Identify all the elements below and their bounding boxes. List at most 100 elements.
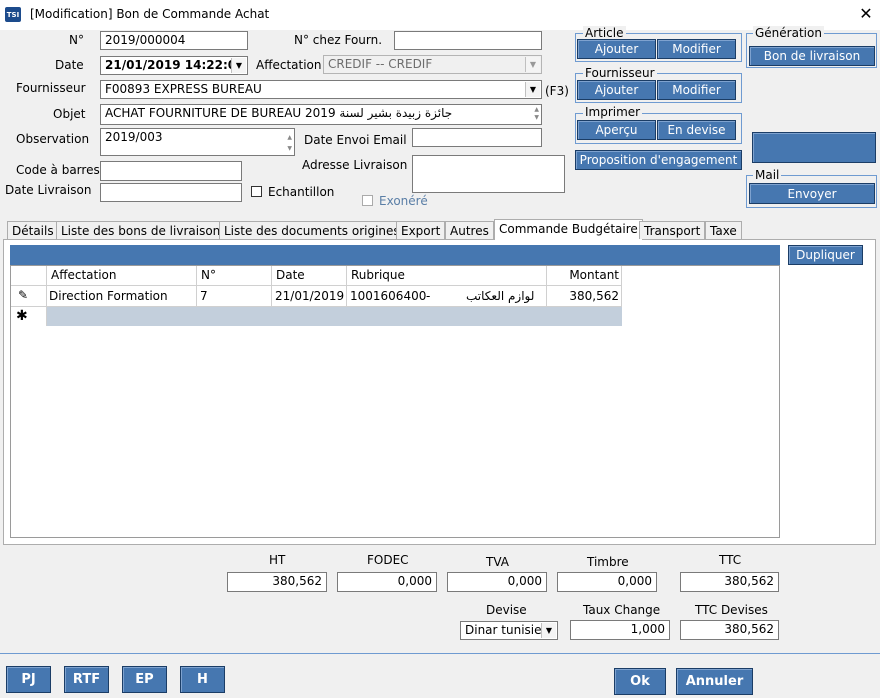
bon-livraison-button[interactable]: Bon de livraison — [749, 46, 875, 66]
date-dropdown-icon[interactable]: ▼ — [231, 58, 246, 73]
devise-dropdown-icon[interactable]: ▼ — [541, 623, 556, 638]
row-numero[interactable]: 7 — [200, 289, 208, 303]
echantillon-label: Echantillon — [268, 185, 335, 199]
echantillon-checkbox[interactable] — [251, 186, 262, 197]
en-devise-button[interactable]: En devise — [657, 120, 736, 140]
article-add-button[interactable]: Ajouter — [577, 39, 656, 59]
tab-transport[interactable]: Transport — [639, 221, 706, 239]
row-rubrique-code[interactable]: 1001606400 — [350, 289, 426, 303]
timbre-label: Timbre — [587, 555, 629, 569]
objet-label: Objet — [53, 107, 86, 121]
close-icon[interactable]: ✕ — [857, 5, 875, 23]
ht-field[interactable]: 380,562 — [227, 572, 327, 592]
objet-value: ACHAT FOURNITURE DE BUREAU 2019 جائزة زب… — [105, 106, 453, 120]
ttc-devises-field[interactable]: 380,562 — [680, 620, 779, 640]
devise-label: Devise — [486, 603, 527, 617]
exonere-checkbox — [362, 195, 373, 206]
col-header-affectation[interactable]: Affectation — [51, 268, 117, 282]
affectation-select: CREDIF -- CREDIF ▼ — [323, 55, 542, 74]
tab-taxe[interactable]: Taxe — [705, 221, 742, 239]
devise-select[interactable]: Dinar tunisier ▼ — [460, 621, 558, 640]
code-barres-field[interactable] — [100, 161, 242, 181]
row-rubrique-label[interactable]: لوازم العكاتب — [466, 289, 534, 303]
objet-field[interactable]: ACHAT FOURNITURE DE BUREAU 2019 جائزة زب… — [100, 104, 542, 125]
col-header-rubrique[interactable]: Rubrique — [351, 268, 405, 282]
date-livraison-field[interactable] — [100, 183, 242, 202]
tva-field[interactable]: 0,000 — [447, 572, 547, 592]
exonere-label: Exonéré — [379, 194, 428, 208]
fournisseur-select[interactable]: F00893 EXPRESS BUREAU ▼ — [100, 80, 542, 99]
observation-field[interactable]: 2019/003 ▲ ▼ — [100, 128, 295, 156]
timbre-field[interactable]: 0,000 — [557, 572, 657, 592]
tab-documents-origines[interactable]: Liste des documents origines — [219, 221, 405, 239]
code-barres-label: Code à barres — [16, 163, 100, 177]
date-field[interactable]: 21/01/2019 14:22:0 ▼ — [100, 56, 248, 75]
fournisseur-label: Fournisseur — [16, 81, 86, 95]
generation-group-title: Génération — [753, 26, 824, 40]
tab-details[interactable]: Détails — [7, 221, 59, 239]
fodec-label: FODEC — [367, 553, 409, 567]
article-edit-button[interactable]: Modifier — [657, 39, 736, 59]
ttc-devises-label: TTC Devises — [695, 603, 768, 617]
taux-field[interactable]: 1,000 — [570, 620, 670, 640]
article-group-title: Article — [583, 26, 626, 40]
ep-button[interactable]: EP — [122, 666, 167, 693]
blank-action-button[interactable] — [752, 132, 876, 163]
row-date[interactable]: 21/01/2019 — [275, 289, 344, 303]
proposition-button[interactable]: Proposition d'engagement — [575, 150, 742, 170]
adresse-field[interactable] — [412, 155, 565, 193]
fournisseur-dropdown-icon[interactable]: ▼ — [525, 82, 540, 97]
tab-commande-budgetaire[interactable]: Commande Budgétaire — [494, 219, 643, 240]
date-value: 21/01/2019 14:22:0 — [105, 58, 237, 72]
envoyer-button[interactable]: Envoyer — [749, 183, 875, 204]
date-livraison-label: Date Livraison — [5, 183, 92, 197]
ttc-field[interactable]: 380,562 — [680, 572, 779, 592]
app-icon: TSI — [5, 7, 21, 22]
fournisseur-group-title: Fournisseur — [583, 66, 657, 80]
row-rubrique-sep: - — [426, 289, 431, 303]
col-header-numero[interactable]: N° — [201, 268, 216, 282]
dupliquer-button[interactable]: Dupliquer — [788, 245, 863, 265]
title-bar: TSI [Modification] Bon de Commande Achat… — [0, 0, 880, 30]
col-header-date[interactable]: Date — [276, 268, 305, 282]
pj-button[interactable]: PJ — [6, 666, 51, 693]
affectation-label: Affectation — [256, 58, 322, 72]
devise-value: Dinar tunisier — [465, 623, 547, 637]
new-row-asterisk-icon: ✱ — [16, 308, 28, 324]
ok-button[interactable]: Ok — [614, 668, 666, 695]
taux-label: Taux Change — [583, 603, 661, 617]
mail-group-title: Mail — [753, 168, 782, 182]
footer-divider — [0, 653, 880, 654]
h-button[interactable]: H — [180, 666, 225, 693]
numero-label: N° — [69, 33, 84, 47]
observation-value: 2019/003 — [105, 130, 163, 144]
annuler-button[interactable]: Annuler — [676, 668, 753, 695]
col-header-montant[interactable]: Montant — [551, 268, 619, 282]
apercu-button[interactable]: Aperçu — [577, 120, 656, 140]
fournisseur-value: F00893 EXPRESS BUREAU — [105, 82, 262, 96]
date-envoi-field[interactable] — [412, 128, 542, 147]
new-row[interactable] — [47, 307, 622, 326]
edit-pencil-icon: ✎ — [18, 288, 29, 302]
imprimer-group-title: Imprimer — [583, 105, 643, 119]
window-title: [Modification] Bon de Commande Achat — [30, 7, 270, 21]
fodec-field[interactable]: 0,000 — [337, 572, 437, 592]
numero-field[interactable]: 2019/000004 — [100, 31, 248, 50]
fournisseur-hint: (F3) — [545, 84, 569, 98]
rtf-button[interactable]: RTF — [64, 666, 109, 693]
row-affectation[interactable]: Direction Formation — [49, 289, 168, 303]
tab-bons-livraison[interactable]: Liste des bons de livraison — [56, 221, 226, 239]
tva-label: TVA — [486, 555, 509, 569]
row-montant[interactable]: 380,562 — [551, 289, 619, 303]
adresse-label: Adresse Livraison — [302, 158, 408, 172]
date-label: Date — [55, 58, 84, 72]
tab-export[interactable]: Export — [396, 221, 446, 239]
observation-label: Observation — [16, 132, 90, 146]
objet-scroll-icon[interactable]: ▲ ▼ — [534, 106, 539, 122]
tab-autres[interactable]: Autres — [445, 221, 494, 239]
fournisseur-add-button[interactable]: Ajouter — [577, 80, 656, 100]
chez-fourn-field[interactable] — [394, 31, 542, 50]
fournisseur-edit-button[interactable]: Modifier — [657, 80, 736, 100]
chez-fourn-label: N° chez Fourn. — [294, 33, 383, 47]
observation-scroll-icon[interactable]: ▲ ▼ — [287, 132, 292, 154]
